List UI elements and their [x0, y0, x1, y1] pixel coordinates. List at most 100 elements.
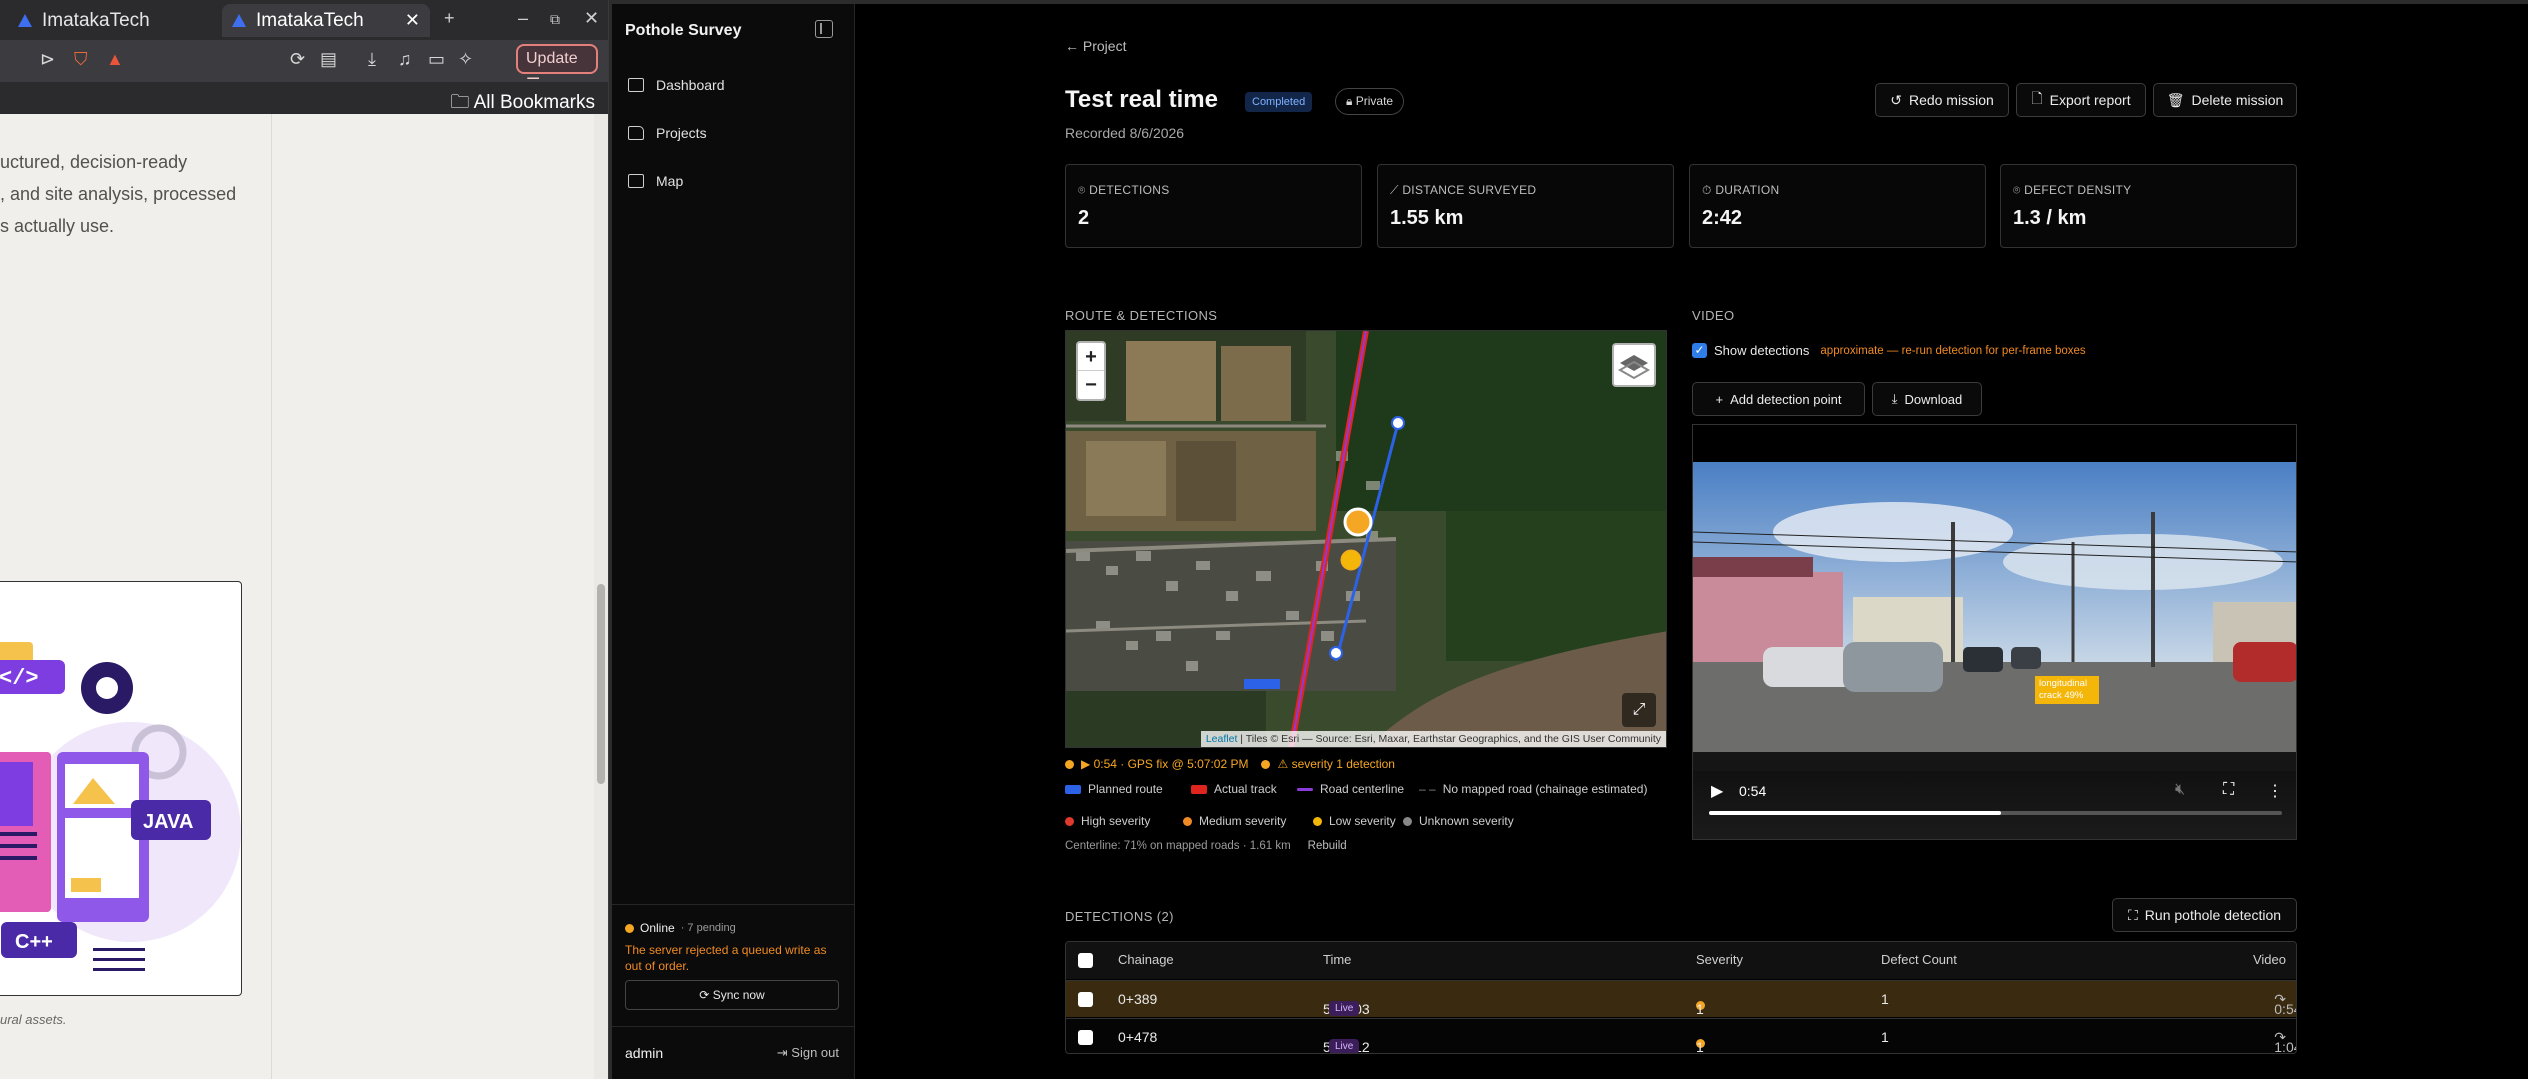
page-text-line-1: uctured, decision-ready — [0, 152, 188, 172]
new-tab-icon[interactable]: + — [444, 8, 455, 29]
play-icon[interactable]: ⊳ — [40, 49, 55, 70]
bookmarks-bar: 🗀 All Bookmarks — [0, 82, 608, 114]
legend-label: Road centerline — [1320, 782, 1405, 796]
sidebar: Pothole Survey Dashboard Projects Map On… — [612, 4, 855, 1079]
show-detections-label: Show detections — [1714, 343, 1810, 358]
legend-low-severity: Low severity — [1313, 814, 1396, 828]
page-text-line-3: s actually use. — [0, 216, 115, 236]
rebuild-link[interactable]: Rebuild — [1308, 840, 1347, 852]
main-content: ← Project Test real time Completed 🔒︎ Pr… — [855, 4, 2528, 1079]
row-checkbox[interactable] — [1078, 992, 1093, 1007]
column-defect-count[interactable]: Defect Count — [1881, 952, 1957, 967]
app-brand: Pothole Survey — [625, 22, 742, 39]
page-text-line-2: , and site analysis, processed — [0, 184, 237, 204]
sign-out-label: Sign out — [791, 1045, 839, 1060]
route-map[interactable]: + − ⤢ Leaflet | Tiles © Esri — Source: Es… — [1065, 330, 1667, 748]
column-severity[interactable]: Severity — [1696, 952, 1743, 967]
tab-2-active[interactable]: ImatakaTech ✕ — [222, 4, 430, 37]
user-panel: admin ⇥ Sign out — [612, 1026, 855, 1079]
sidebar-icon[interactable]: ▤ — [320, 49, 337, 70]
ruler-icon: ⟋ — [1390, 183, 1399, 197]
satellite-map-tiles — [1066, 331, 1666, 747]
run-detection-label: Run pothole detection — [2144, 907, 2282, 923]
wallet-icon[interactable]: ▭ — [428, 49, 445, 70]
update-button[interactable]: Update ☰ — [516, 44, 598, 93]
video-time: 0:54 — [1739, 783, 1767, 799]
video-progress-bar[interactable] — [1709, 811, 2282, 815]
minimize-icon[interactable]: – — [518, 8, 528, 29]
sync-now-button[interactable]: ⟳ Sync now — [625, 980, 839, 1010]
show-detections-toggle[interactable]: ✓ Show detections approximate — re-run det… — [1692, 343, 2086, 358]
download-button[interactable]: ⤓ Download — [1872, 382, 1982, 416]
add-detection-point-button[interactable]: + Add detection point — [1692, 382, 1865, 416]
actual-track-swatch — [1191, 784, 1207, 794]
privacy-badge: 🔒︎ Private — [1335, 88, 1405, 115]
table-row[interactable]: 0+478 5:07:12 PMLive 1 1 1:04 ↷ — [1066, 1018, 2296, 1054]
tab-1[interactable]: ImatakaTech — [8, 4, 160, 37]
extensions-icon[interactable]: ⟳ — [290, 49, 305, 70]
dashed-line-icon: – – — [1419, 782, 1436, 796]
code-tag-label: </> — [0, 666, 39, 691]
pin-icon: ⌾ — [1078, 183, 1086, 197]
video-player[interactable]: longitudinal crack 49% ▶ 0:54 🔇︎ ⛶ ⋮ — [1692, 424, 2297, 840]
row-checkbox[interactable] — [1078, 1030, 1093, 1045]
legend-road-centerline: Road centerline — [1297, 782, 1404, 796]
redo-mission-button[interactable]: ↺ Redo mission — [1875, 83, 2009, 117]
play-icon[interactable]: ▶ — [1711, 781, 1723, 801]
download-label: Download — [1904, 391, 1963, 407]
checkbox-checked-icon[interactable]: ✓ — [1692, 343, 1707, 358]
sync-error-message: The server rejected a queued write as ou… — [625, 943, 827, 973]
breadcrumb-back-link[interactable]: ← Project — [1065, 38, 1126, 54]
sidebar-item-dashboard[interactable]: Dashboard — [628, 70, 725, 100]
sidebar-item-map[interactable]: Map — [628, 166, 683, 196]
dashboard-icon — [628, 78, 644, 92]
music-icon[interactable]: ♫ — [398, 49, 412, 70]
table-row[interactable]: 0+389 5:07:03 PMLive 1 1 0:54 ↷ — [1066, 980, 2296, 1033]
fullscreen-icon[interactable]: ⛶ — [2223, 781, 2234, 799]
select-all-checkbox[interactable] — [1078, 953, 1093, 968]
download-icon[interactable]: ⤓ — [368, 49, 376, 70]
page-scrollbar[interactable] — [594, 114, 608, 1079]
volume-icon[interactable]: 🔇︎ — [2175, 781, 2185, 799]
scrollbar-thumb[interactable] — [597, 584, 605, 784]
column-time[interactable]: Time — [1323, 952, 1351, 967]
timer-icon: ⏱ — [1702, 183, 1712, 197]
stat-label: DISTANCE SURVEYED — [1402, 183, 1537, 197]
stat-value: 1.3 / km — [2013, 207, 2087, 229]
zoom-in-button[interactable]: + — [1078, 343, 1104, 371]
zoom-out-button[interactable]: − — [1078, 371, 1104, 399]
fullscreen-map-button[interactable]: ⤢ — [1622, 693, 1656, 727]
close-tab-icon[interactable]: ✕ — [405, 10, 420, 31]
layers-control[interactable] — [1612, 343, 1656, 387]
sidebar-item-projects[interactable]: Projects — [628, 118, 707, 148]
export-report-button[interactable]: 🗋 Export report — [2016, 83, 2146, 117]
row-severity-value: 1 — [1696, 1039, 1704, 1054]
row-video-link[interactable]: 1:04 ↷ — [2274, 1029, 2296, 1053]
refresh-icon: ⟳ — [699, 988, 710, 1002]
rewards-icon[interactable]: ▲ — [106, 49, 124, 70]
maximize-icon[interactable]: ⧉ — [550, 11, 560, 28]
sidebar-toggle-icon[interactable] — [815, 20, 833, 38]
run-pothole-detection-button[interactable]: ⛶ Run pothole detection — [2112, 898, 2297, 932]
close-window-icon[interactable]: ✕ — [584, 8, 599, 29]
sign-out-button[interactable]: ⇥ Sign out — [777, 1045, 839, 1061]
leo-icon[interactable]: ✧ — [458, 49, 473, 70]
live-badge: Live — [1329, 1039, 1360, 1053]
sync-now-label: Sync now — [712, 988, 765, 1002]
cpp-label: C++ — [15, 931, 53, 953]
video-frame — [1693, 462, 2296, 808]
tab-favicon-icon — [18, 14, 32, 27]
delete-mission-button[interactable]: 🗑 Delete mission — [2153, 83, 2297, 117]
more-options-icon[interactable]: ⋮ — [2267, 781, 2283, 801]
column-video[interactable]: Video — [2253, 952, 2286, 967]
detections-section-heading: DETECTIONS (2) — [1065, 909, 1174, 924]
brave-shield-icon[interactable]: ⛉ — [74, 49, 88, 70]
leaflet-link[interactable]: Leaflet — [1206, 733, 1238, 745]
delete-label: Delete mission — [2191, 92, 2284, 108]
tab-2-label: ImatakaTech — [256, 9, 364, 31]
legend-planned-route: Planned route — [1065, 782, 1163, 796]
row-severity-value: 1 — [1696, 1001, 1704, 1017]
video-controls: ▶ 0:54 🔇︎ ⛶ ⋮ — [1693, 771, 2296, 839]
column-chainage[interactable]: Chainage — [1118, 952, 1174, 967]
row-video-link[interactable]: 0:54 ↷ — [2274, 991, 2296, 1017]
